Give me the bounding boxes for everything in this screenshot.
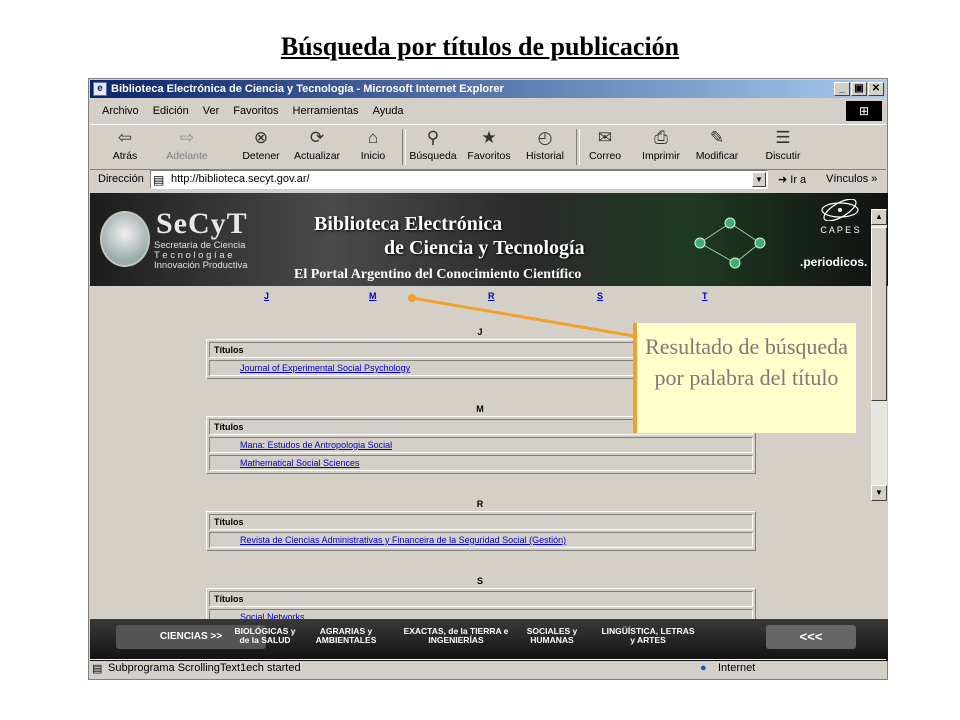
menu-archivo[interactable]: Archivo [100, 105, 141, 117]
capes-orbit-icon [821, 199, 859, 221]
address-dropdown-icon[interactable]: ▼ [752, 172, 766, 187]
go-button[interactable]: ➜ Ir a [778, 173, 806, 186]
nav-agrarias[interactable]: AGRARIAS y AMBIENTALES [310, 627, 382, 645]
table-header: Títulos [209, 591, 753, 607]
menu-edicion[interactable]: Edición [151, 105, 191, 117]
discuss-icon: ☰ [775, 128, 791, 147]
periodicos-logo: .periodicos. [800, 255, 868, 269]
menu-ver[interactable]: Ver [201, 105, 222, 117]
section-letter-m: M [476, 404, 484, 414]
refresh-button[interactable]: ⟳ Actualizar [290, 128, 344, 162]
secyt-logo: SeCyT [156, 207, 248, 240]
print-button[interactable]: ⎙ Imprimir [634, 128, 688, 162]
ie-icon: e [93, 82, 107, 96]
windows-logo-icon: ⊞ [846, 101, 882, 121]
favorites-icon: ★ [481, 128, 497, 147]
letter-link-m[interactable]: M [369, 291, 377, 301]
page-status-icon: ▤ [92, 663, 103, 675]
title-link-row[interactable]: Revista de Ciencias Administrativas y Fi… [209, 532, 753, 548]
title-link-row[interactable]: Mathematical Social Sciences [209, 455, 753, 471]
search-icon: ⚲ [426, 128, 440, 147]
back-arrow-icon: ⇦ [117, 128, 133, 147]
stop-icon: ⊗ [253, 128, 269, 147]
vertical-scrollbar[interactable]: ▲ ▼ [871, 209, 887, 501]
argentina-seal-icon [100, 211, 150, 267]
maximize-button[interactable]: ▣ [851, 82, 867, 96]
menu-favoritos[interactable]: Favoritos [231, 105, 280, 117]
site-banner: SeCyT Secretaría de Ciencia T e c n o l … [90, 193, 888, 286]
slide-title: Búsqueda por títulos de publicación [280, 32, 680, 61]
history-button[interactable]: ◴ Historial [518, 128, 572, 162]
title-bar: e Biblioteca Electrónica de Ciencia y Te… [90, 80, 886, 98]
nav-sociales[interactable]: SOCIALES y HUMANAS [522, 627, 582, 645]
nav-exactas[interactable]: EXACTAS, de la TIERRA e INGENIERÍAS [396, 627, 516, 645]
molecule-graphic-icon [694, 217, 766, 269]
menu-herramientas[interactable]: Herramientas [291, 105, 361, 117]
menu-bar: Archivo Edición Ver Favoritos Herramient… [90, 100, 886, 122]
section-letter-r: R [476, 499, 484, 509]
letter-link-j[interactable]: J [264, 291, 269, 301]
go-arrow-icon: ➜ [778, 174, 791, 186]
home-button[interactable]: ⌂ Inicio [346, 128, 400, 162]
callout-box: Resultado de búsqueda por palabra del tí… [633, 323, 856, 433]
forward-button[interactable]: ⇨ Adelante [160, 128, 214, 162]
scroll-down-icon[interactable]: ▼ [871, 485, 887, 501]
status-message: Subprograma ScrollingText1ech started [108, 662, 301, 674]
title-link-row[interactable]: Mana: Estudos de Antropologia Social [209, 437, 753, 453]
address-url: http://biblioteca.secyt.gov.ar/ [171, 173, 310, 185]
edit-button[interactable]: ✎ Modificar [690, 128, 744, 162]
mail-icon: ✉ [597, 128, 613, 147]
page-icon: ▤ [153, 173, 165, 187]
nav-linguistica[interactable]: LINGÜÍSTICA, LETRAS y ARTES [598, 627, 698, 645]
category-nav-strip: CIENCIAS >> BIOLÓGICAS y de la SALUD AGR… [90, 619, 888, 661]
discuss-button[interactable]: ☰ Discutir [756, 128, 810, 162]
address-label: Dirección [98, 173, 144, 185]
status-bar: ▤ Subprograma ScrollingText1ech started … [90, 659, 886, 678]
library-title-line1: Biblioteca Electrónica [314, 213, 503, 235]
letter-link-s[interactable]: S [597, 291, 603, 301]
nav-biologicas[interactable]: BIOLÓGICAS y de la SALUD [230, 627, 300, 645]
menu-ayuda[interactable]: Ayuda [371, 105, 406, 117]
address-bar: Dirección ▤ http://biblioteca.secyt.gov.… [90, 169, 886, 191]
capes-logo: C A P E S [820, 225, 860, 235]
table-header: Títulos [209, 514, 753, 530]
library-title-line2: de Ciencia y Tecnología [384, 237, 585, 259]
scroll-up-icon[interactable]: ▲ [871, 209, 887, 225]
standard-toolbar: ⇦ Atrás ⇨ Adelante ⊗ Detener ⟳ Actualizar ⌂ I… [90, 124, 886, 170]
refresh-icon: ⟳ [309, 128, 325, 147]
mail-button[interactable]: ✉ Correo [578, 128, 632, 162]
section-letter-s: S [476, 576, 483, 586]
stop-button[interactable]: ⊗ Detener [234, 128, 288, 162]
scroll-thumb[interactable] [871, 227, 887, 401]
results-table-r: Títulos Revista de Ciencias Administrati… [206, 511, 756, 551]
library-title: Biblioteca Electrónica de Ciencia y Tecn… [304, 211, 634, 267]
section-letter-j: J [477, 327, 483, 337]
favorites-button[interactable]: ★ Favoritos [462, 128, 516, 162]
internet-globe-icon: ● [700, 662, 707, 674]
back-button[interactable]: ⇦ Atrás [98, 128, 152, 162]
letter-link-r[interactable]: R [488, 291, 495, 301]
forward-arrow-icon: ⇨ [179, 128, 195, 147]
search-button[interactable]: ⚲ Búsqueda [406, 128, 460, 162]
edit-icon: ✎ [709, 128, 725, 147]
secyt-subtitle: Secretaría de Ciencia T e c n o l o g í … [154, 240, 248, 271]
minimize-button[interactable]: _ [834, 82, 850, 96]
portal-tagline: El Portal Argentino del Conocimiento Cie… [294, 267, 582, 282]
letter-link-t[interactable]: T [702, 291, 708, 301]
close-button[interactable]: ✕ [868, 82, 884, 96]
history-icon: ◴ [537, 128, 553, 147]
window-title: Biblioteca Electrónica de Ciencia y Tecn… [111, 83, 504, 95]
back-nav-button[interactable]: <<< [766, 625, 856, 649]
printer-icon: ⎙ [654, 128, 668, 147]
links-button[interactable]: Vínculos » [826, 173, 877, 185]
home-icon: ⌂ [367, 128, 379, 147]
address-input[interactable]: ▤ http://biblioteca.secyt.gov.ar/ [150, 170, 768, 189]
status-zone: Internet [718, 662, 756, 674]
